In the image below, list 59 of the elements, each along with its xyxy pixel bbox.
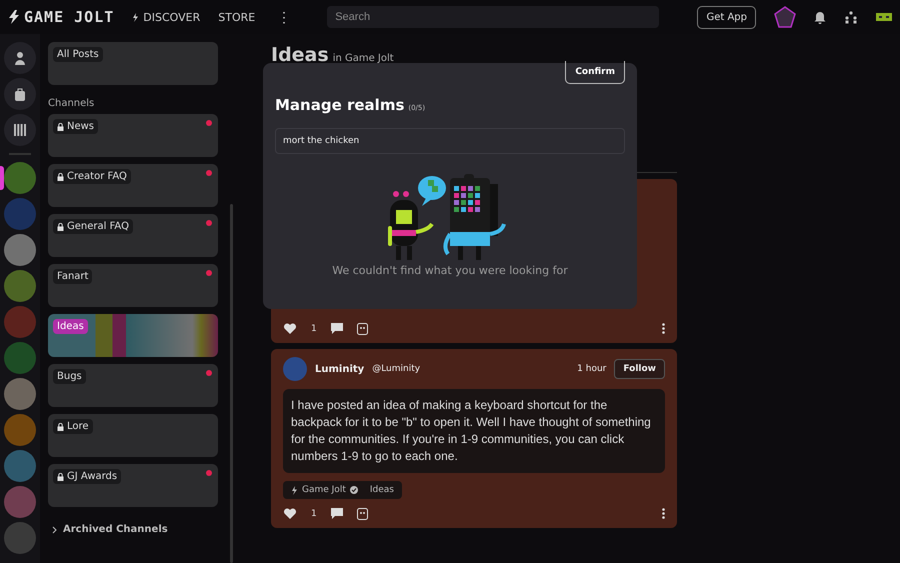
bolt-icon: [291, 486, 298, 494]
channel-card[interactable]: Fanart: [48, 264, 218, 307]
channel-card[interactable]: Creator FAQ: [48, 164, 218, 207]
avatar-icon[interactable]: [774, 6, 796, 28]
channel-card[interactable]: General FAQ: [48, 214, 218, 257]
comment-button[interactable]: [330, 508, 343, 519]
nav-link[interactable]: DISCOVER: [132, 10, 200, 24]
library-icon: [14, 124, 26, 136]
archived-channels-toggle[interactable]: Archived Channels: [48, 524, 222, 535]
channel-card[interactable]: Ideas: [48, 314, 218, 357]
tag-link[interactable]: Game Jolt: [291, 485, 358, 495]
all-posts-card[interactable]: All Posts: [48, 42, 218, 85]
community-avatar[interactable]: [4, 270, 36, 302]
channel-card[interactable]: News: [48, 114, 218, 157]
post-text: I have posted an idea of making a keyboard shortcut for the backpack for it to be "b" to open it. Well I have thought of something for the communities. If you're in 1-9 communities, you can click numbers 1-9 to go to each one.: [283, 389, 665, 473]
community-avatar[interactable]: [4, 234, 36, 266]
post-time: 1 hour: [577, 364, 606, 374]
backpack-icon: [14, 88, 26, 100]
bolt-icon: [132, 12, 140, 22]
channels-heading: Channels: [48, 98, 96, 109]
logo[interactable]: GAME JOLT: [8, 8, 114, 26]
chip-icon[interactable]: [876, 13, 892, 21]
page-subtitle: in Game Jolt: [332, 53, 394, 64]
community-avatar[interactable]: [4, 378, 36, 410]
confirm-button[interactable]: Confirm: [565, 61, 625, 84]
people-icon[interactable]: [844, 10, 858, 24]
user-icon: [14, 51, 26, 65]
search-field[interactable]: mort the chicken: [275, 128, 625, 154]
chevron-icon: [52, 526, 57, 534]
page-title: Ideas: [271, 44, 329, 66]
more-options-icon[interactable]: [662, 323, 665, 334]
search-field[interactable]: Search: [327, 6, 660, 28]
sticker-button[interactable]: [356, 322, 368, 334]
channel-card[interactable]: Bugs: [48, 364, 218, 407]
backpack-button[interactable]: [4, 78, 36, 110]
author-name[interactable]: Luminity: [315, 364, 364, 374]
author-handle: @Luminity: [372, 364, 420, 374]
follow-button[interactable]: Follow: [614, 359, 665, 379]
like-button[interactable]: [283, 322, 297, 335]
bell-icon[interactable]: [814, 10, 826, 24]
verified-icon: [350, 486, 358, 494]
get-app-button[interactable]: Get App: [697, 6, 756, 28]
library-button[interactable]: [4, 114, 36, 146]
sticker-button[interactable]: [356, 508, 368, 520]
channel-card[interactable]: GJ Awards: [48, 464, 218, 507]
like-count: 1: [311, 324, 317, 334]
more-button[interactable]: ⋮: [273, 9, 296, 25]
community-avatar[interactable]: [4, 162, 36, 194]
empty-message: We couldn't find what you were looking for: [332, 264, 568, 277]
like-button[interactable]: [283, 507, 297, 520]
user-button[interactable]: [4, 42, 36, 74]
channel-card[interactable]: Lore: [48, 414, 218, 457]
like-count: 1: [311, 508, 317, 518]
tag-link[interactable]: Ideas: [370, 485, 394, 495]
more-options-icon[interactable]: [662, 508, 665, 519]
comment-button[interactable]: [330, 323, 343, 334]
nav-link[interactable]: STORE: [218, 10, 256, 24]
community-avatar[interactable]: [4, 450, 36, 482]
dialog-title: Manage realms: [275, 96, 404, 114]
